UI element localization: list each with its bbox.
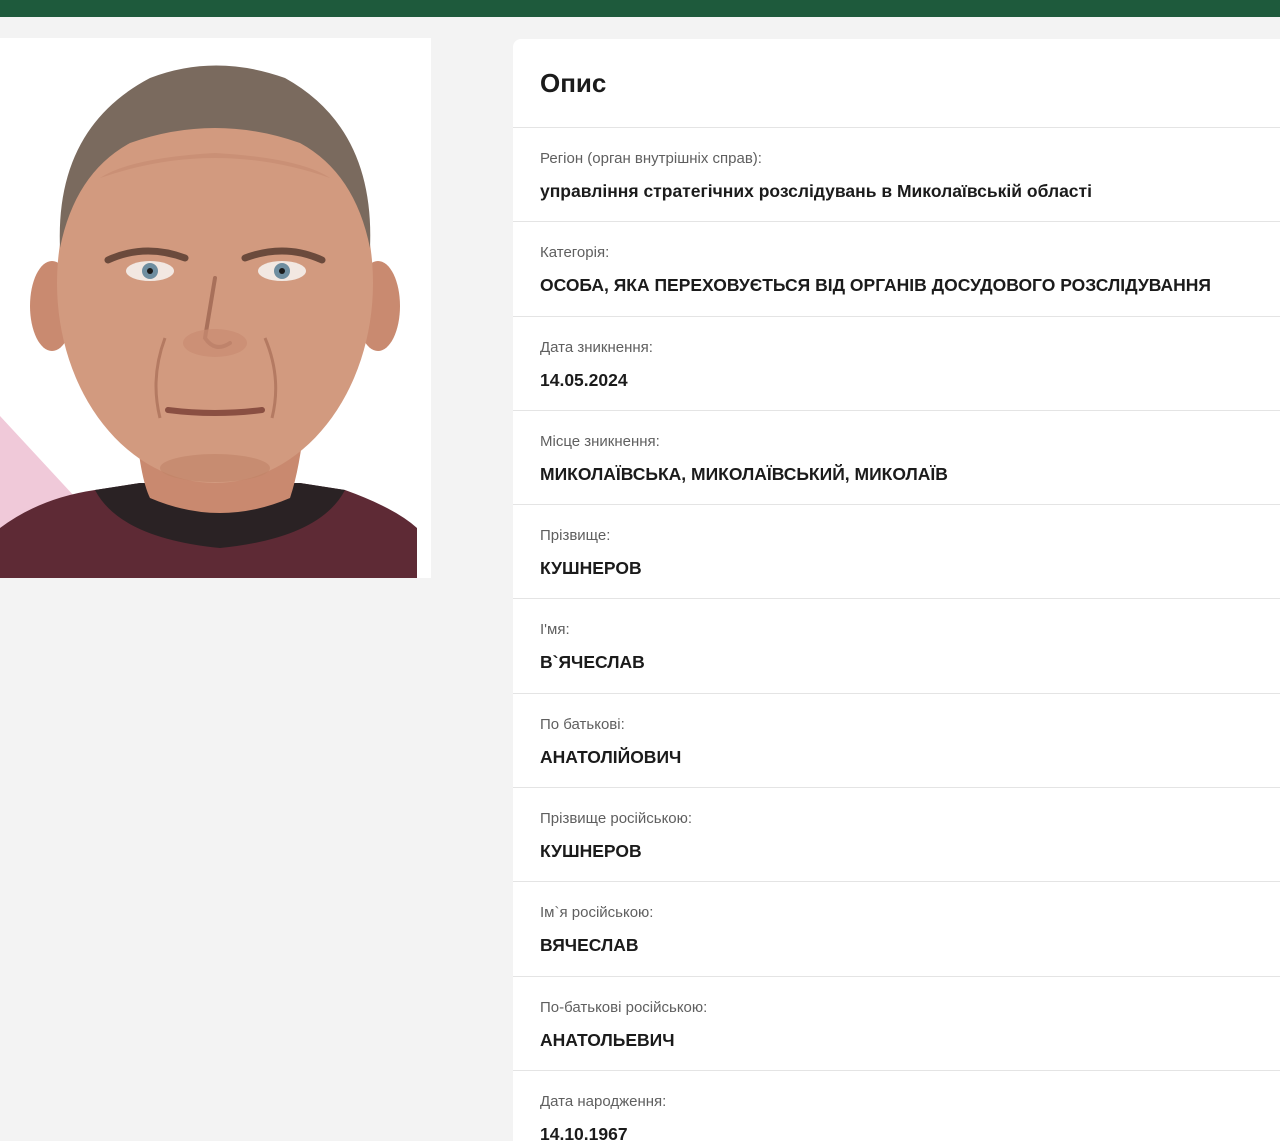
field-label: Прізвище: — [540, 527, 611, 545]
details-card: Опис Регіон (орган внутрішніх справ): упр… — [513, 39, 1280, 1141]
field-label: Категорія: — [540, 244, 610, 262]
field-label: Прізвище російською: — [540, 810, 693, 828]
field-label: І'мя: — [540, 621, 570, 639]
field-row-first-name: І'мя: В`ЯЧЕСЛАВ — [513, 599, 1280, 694]
person-photo — [0, 38, 431, 578]
field-row-surname-ru: Прізвище російською: КУШНЕРОВ — [513, 788, 1280, 883]
field-row-region: Регіон (орган внутрішніх справ): управлін… — [513, 128, 1280, 223]
details-list: Регіон (орган внутрішніх справ): управлін… — [513, 128, 1280, 1141]
field-label: Ім`я російською: — [540, 904, 654, 922]
field-label: Регіон (орган внутрішніх справ): — [540, 150, 762, 167]
field-value: 14.05.2024 — [540, 369, 628, 390]
field-row-patronymic-ru: По-батькові російською: АНАТОЛЬЕВИЧ — [513, 977, 1280, 1071]
person-photo-image — [0, 38, 431, 578]
field-label: Дата народження: — [540, 1092, 667, 1110]
field-value: АНАТОЛЬЕВИЧ — [540, 1029, 675, 1050]
field-value: ВЯЧЕСЛАВ — [540, 935, 639, 956]
field-value: МИКОЛАЇВСЬКА, МИКОЛАЇВСЬКИЙ, МИКОЛАЇВ — [540, 463, 948, 484]
field-value: управління стратегічних розслідувань в М… — [540, 181, 1092, 201]
field-row-surname: Прізвище: КУШНЕРОВ — [513, 505, 1280, 600]
field-value: ОСОБА, ЯКА ПЕРЕХОВУЄТЬСЯ ВІД ОРГАНІВ ДОС… — [540, 275, 1211, 296]
field-row-category: Категорія: ОСОБА, ЯКА ПЕРЕХОВУЄТЬСЯ ВІД О… — [513, 222, 1280, 317]
field-value: КУШНЕРОВ — [540, 841, 642, 862]
field-label: Дата зникнення: — [540, 338, 653, 356]
field-value: 14.10.1967 — [540, 1123, 628, 1141]
top-header-bar — [0, 0, 1280, 17]
details-title: Опис — [513, 39, 1280, 128]
field-value: АНАТОЛІЙОВИЧ — [540, 746, 682, 767]
field-row-birth-date: Дата народження: 14.10.1967 — [513, 1071, 1280, 1141]
field-label: По-батькові російською: — [540, 998, 708, 1016]
field-value: КУШНЕРОВ — [540, 558, 642, 579]
field-row-disappearance-place: Місце зникнення: МИКОЛАЇВСЬКА, МИКОЛАЇВСЬ… — [513, 411, 1280, 506]
field-label: По батькові: — [540, 715, 625, 733]
field-label: Місце зникнення: — [540, 432, 660, 450]
field-value: В`ЯЧЕСЛАВ — [540, 652, 645, 673]
field-row-first-name-ru: Ім`я російською: ВЯЧЕСЛАВ — [513, 882, 1280, 977]
field-row-patronymic: По батькові: АНАТОЛІЙОВИЧ — [513, 694, 1280, 789]
field-row-disappearance-date: Дата зникнення: 14.05.2024 — [513, 317, 1280, 411]
